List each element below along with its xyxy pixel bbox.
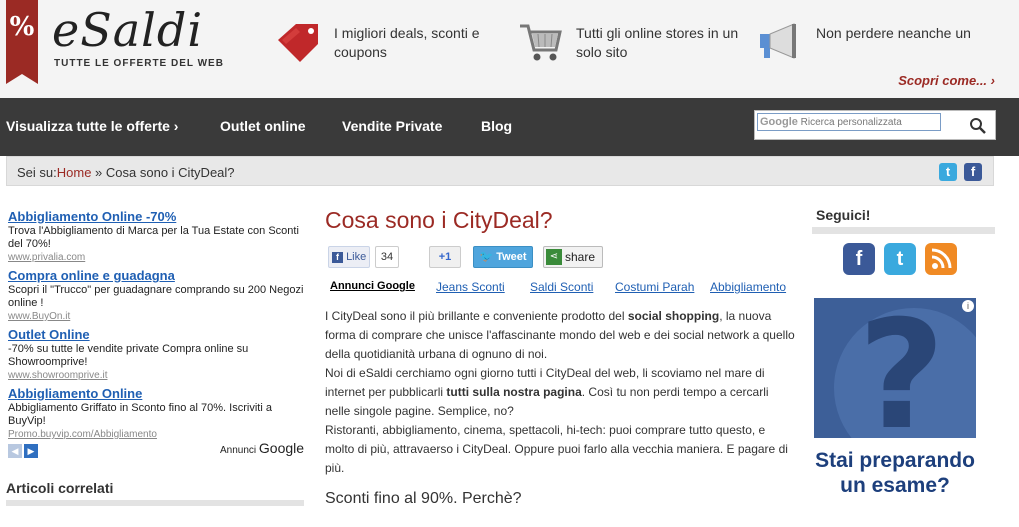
- ad-url[interactable]: www.showroomprive.it: [8, 369, 306, 382]
- article-title: Cosa sono i CityDeal?: [325, 207, 553, 233]
- like-count: 34: [375, 246, 399, 268]
- tab-saldi-sconti[interactable]: Saldi Sconti: [530, 280, 593, 294]
- rss-icon[interactable]: [925, 243, 957, 275]
- ad-url[interactable]: www.BuyOn.it: [8, 310, 306, 323]
- tweet-button[interactable]: 🐦 Tweet: [473, 246, 533, 268]
- ad-text: Abbigliamento Griffato in Sconto fino al…: [8, 402, 272, 427]
- search-icon[interactable]: [969, 117, 987, 135]
- google-label: Google: [258, 440, 305, 456]
- share-label: share: [565, 250, 596, 264]
- nav-item-all-offers[interactable]: Visualizza tutte le offerte ›: [6, 118, 178, 134]
- ads-by-google[interactable]: Annunci Google: [220, 440, 304, 456]
- tab-abbigliamento[interactable]: Abbigliamento: [710, 280, 786, 294]
- like-label: Like: [346, 251, 367, 263]
- share-button[interactable]: ⋖ share: [543, 246, 603, 268]
- breadcrumb-home-link[interactable]: Home: [57, 165, 92, 180]
- ad-text: -70% su tutte le vendite private Compra …: [8, 343, 249, 368]
- ad-next-icon[interactable]: ▶: [24, 444, 38, 458]
- feature-news: Non perdere neanche un: [756, 20, 1019, 64]
- search-brand: Google: [760, 116, 798, 128]
- scopri-link[interactable]: Scopri come... ›: [898, 73, 995, 88]
- facebook-icon[interactable]: f: [964, 163, 982, 181]
- twitter-icon[interactable]: t: [939, 163, 957, 181]
- ad-text: Scopri il "Trucco" per guadagnare compra…: [8, 284, 304, 309]
- ad-item: Compra online e guadagna Scopri il "Truc…: [8, 267, 306, 323]
- feature-stores-text: Tutti gli online stores in un solo sito: [576, 25, 739, 60]
- nav-item-private-sales[interactable]: Vendite Private: [342, 118, 442, 134]
- facebook-icon[interactable]: f: [843, 243, 875, 275]
- nav-item-outlet[interactable]: Outlet online: [220, 118, 306, 134]
- twitter-icon[interactable]: t: [884, 243, 916, 275]
- breadcrumb-current: Cosa sono i CityDeal?: [105, 165, 235, 180]
- search-placeholder: Ricerca personalizzata: [800, 117, 902, 128]
- megaphone-icon: [760, 23, 796, 59]
- ad-title[interactable]: Compra online e guadagna: [8, 267, 306, 284]
- ads-block: Abbigliamento Online -70% Trova l'Abbigl…: [8, 208, 306, 444]
- shopping-cart-icon: [520, 24, 562, 61]
- annunci-label: Annunci: [220, 445, 257, 456]
- ad-text: Trova l'Abbigliamento di Marca per la Tu…: [8, 225, 299, 250]
- breadcrumb-prefix: Sei su:: [17, 165, 57, 180]
- article: Cosa sono i CityDeal? f Like 34 +1 🐦 Twe…: [325, 204, 797, 507]
- breadcrumb-separator: »: [91, 165, 106, 180]
- search-box: Google Ricerca personalizzata: [754, 110, 996, 140]
- breadcrumb: Sei su:Home » Cosa sono i CityDeal? t f: [6, 156, 994, 186]
- plusone-button[interactable]: +1: [429, 246, 461, 268]
- tab-costumi-parah[interactable]: Costumi Parah: [615, 280, 694, 294]
- site-tagline: TUTTE LE OFFERTE DEL WEB: [54, 58, 224, 69]
- sidebar-ad-text: Stai preparando un esame?: [815, 449, 975, 497]
- main-nav: Visualizza tutte le offerte › Outlet onl…: [0, 98, 1019, 156]
- facebook-like-button[interactable]: f Like: [328, 246, 370, 268]
- follow-divider: [812, 227, 995, 234]
- feature-stores: Tutti gli online stores in un solo sito: [518, 20, 746, 64]
- article-paragraph: I CityDeal sono il più brillante e conve…: [325, 309, 795, 361]
- ad-title[interactable]: Abbigliamento Online -70%: [8, 208, 306, 225]
- follow-title: Seguici!: [816, 207, 871, 223]
- feature-deals-text: I migliori deals, sconti e coupons: [334, 25, 480, 60]
- logo-ribbon-icon[interactable]: %: [6, 0, 38, 84]
- info-icon[interactable]: i: [962, 300, 974, 312]
- share-icon: ⋖: [546, 249, 562, 265]
- ad-item: Abbigliamento Online Abbigliamento Griff…: [8, 385, 306, 441]
- ad-prev-icon[interactable]: ◀: [8, 444, 22, 458]
- site-header: % eSaldi TUTTE LE OFFERTE DEL WEB I migl…: [0, 0, 1019, 98]
- ad-url[interactable]: www.privalia.com: [8, 251, 306, 264]
- ad-title[interactable]: Outlet Online: [8, 326, 306, 343]
- breadcrumb-text: Sei su:Home » Cosa sono i CityDeal?: [17, 165, 235, 180]
- rss-glyph: [931, 248, 952, 269]
- sidebar-ad[interactable]: ? Stai preparando un esame? i: [814, 298, 976, 527]
- tweet-bird-icon: 🐦: [479, 251, 494, 263]
- ad-item: Outlet Online -70% su tutte le vendite p…: [8, 326, 306, 382]
- nav-item-blog[interactable]: Blog: [481, 118, 512, 134]
- article-body: I CityDeal sono il più brillante e conve…: [325, 307, 797, 478]
- question-mark-icon: ?: [858, 298, 946, 463]
- tab-annunci-google[interactable]: Annunci Google: [330, 280, 415, 292]
- ad-pager: ◀ ▶: [8, 441, 40, 459]
- feature-news-text: Non perdere neanche un: [816, 25, 971, 41]
- search-input[interactable]: Google Ricerca personalizzata: [757, 113, 941, 131]
- site-logo[interactable]: eSaldi: [52, 4, 203, 56]
- ad-title[interactable]: Abbigliamento Online: [8, 385, 306, 402]
- related-divider: [6, 500, 304, 506]
- feature-deals: I migliori deals, sconti e coupons: [274, 20, 504, 64]
- article-paragraph: Ristoranti, abbigliamento, cinema, spett…: [325, 423, 788, 475]
- ad-item: Abbigliamento Online -70% Trova l'Abbigl…: [8, 208, 306, 264]
- tab-jeans-sconti[interactable]: Jeans Sconti: [436, 280, 505, 294]
- facebook-icon: f: [332, 252, 343, 263]
- article-paragraph: Noi di eSaldi cerchiamo ogni giorno tutt…: [325, 366, 769, 418]
- related-title: Articoli correlati: [6, 480, 114, 496]
- article-subtitle: Sconti fino al 90%. Perchè?: [325, 490, 522, 507]
- tweet-label: Tweet: [496, 251, 527, 263]
- price-tag-icon: [278, 24, 318, 62]
